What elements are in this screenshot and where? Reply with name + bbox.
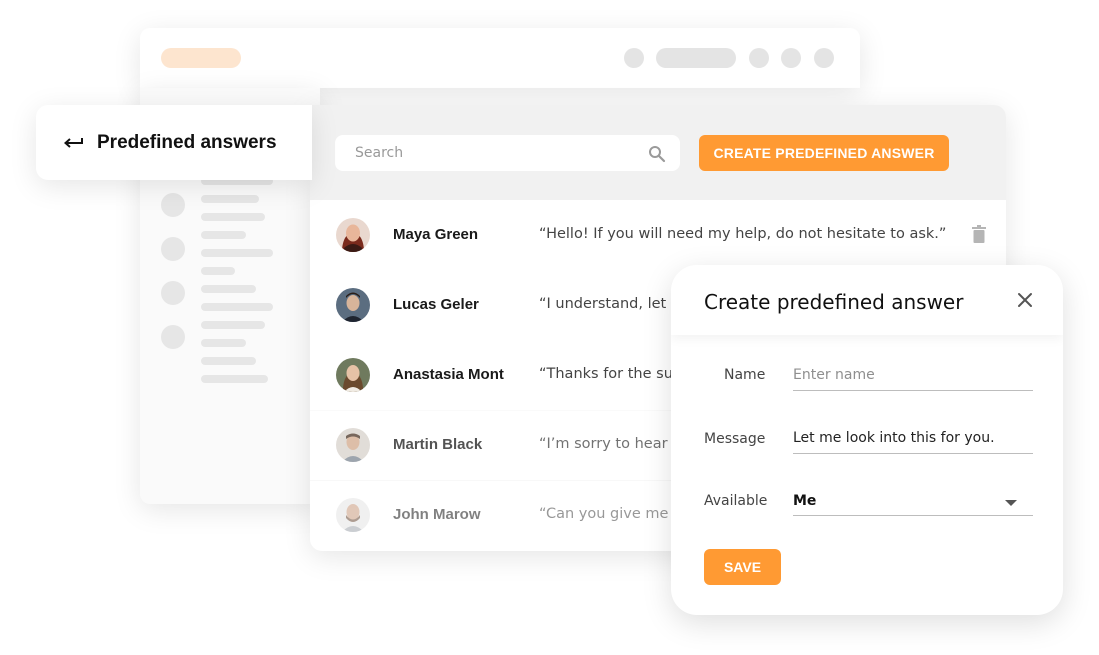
search-input[interactable] bbox=[335, 135, 655, 171]
avatar bbox=[336, 358, 370, 392]
browser-window-background bbox=[140, 28, 860, 88]
skeleton-avatar bbox=[161, 237, 185, 261]
toolbar-dot bbox=[814, 48, 834, 68]
answer-message: “I’m sorry to hear yo bbox=[539, 436, 690, 452]
save-button[interactable]: SAVE bbox=[704, 549, 781, 585]
skeleton-line bbox=[201, 249, 273, 257]
dialog-header: Create predefined answer bbox=[671, 265, 1063, 335]
available-label: Available bbox=[704, 493, 768, 509]
toolbar-pill bbox=[656, 48, 736, 68]
skeleton-line bbox=[201, 357, 256, 365]
answer-message: “Thanks for the sugg bbox=[539, 366, 692, 382]
skeleton-avatar bbox=[161, 281, 185, 305]
page-title: Predefined answers bbox=[97, 132, 277, 153]
answer-author: Lucas Geler bbox=[393, 296, 479, 313]
skeleton-line bbox=[201, 321, 265, 329]
avatar bbox=[336, 498, 370, 532]
search-icon[interactable] bbox=[648, 145, 666, 163]
skeleton-line bbox=[201, 195, 259, 203]
create-answer-dialog: Create predefined answer Name Message Av… bbox=[671, 265, 1063, 615]
close-icon[interactable] bbox=[1017, 292, 1033, 308]
page-header: Predefined answers bbox=[36, 105, 312, 180]
skeleton-line bbox=[201, 213, 265, 221]
skeleton-avatar bbox=[161, 325, 185, 349]
answer-author: Maya Green bbox=[393, 226, 479, 243]
available-select[interactable]: Me bbox=[793, 487, 1033, 516]
search-box bbox=[335, 135, 680, 171]
skeleton-line bbox=[201, 231, 246, 239]
skeleton-line bbox=[201, 339, 246, 347]
available-selected-value: Me bbox=[793, 493, 817, 509]
skeleton-line bbox=[201, 267, 235, 275]
answer-row[interactable]: Maya Green “Hello! If you will need my h… bbox=[310, 200, 1006, 271]
skeleton-avatar bbox=[161, 193, 185, 217]
brand-placeholder bbox=[161, 48, 241, 68]
answer-message: “Hello! If you will need my help, do not… bbox=[539, 226, 947, 242]
avatar bbox=[336, 288, 370, 322]
back-arrow-icon[interactable] bbox=[63, 134, 83, 150]
dialog-title: Create predefined answer bbox=[704, 290, 964, 314]
toolbar-dot bbox=[749, 48, 769, 68]
toolbar-dot bbox=[624, 48, 644, 68]
message-label: Message bbox=[704, 431, 766, 447]
name-input[interactable] bbox=[793, 360, 1033, 391]
skeleton-line bbox=[201, 285, 256, 293]
create-predefined-answer-button[interactable]: CREATE PREDEFINED ANSWER bbox=[699, 135, 949, 171]
toolbar-dot bbox=[781, 48, 801, 68]
avatar bbox=[336, 428, 370, 462]
trash-icon[interactable] bbox=[971, 225, 987, 243]
skeleton-line bbox=[201, 375, 268, 383]
skeleton-line bbox=[201, 303, 273, 311]
chevron-down-icon[interactable] bbox=[1005, 500, 1017, 506]
answer-author: Anastasia Mont bbox=[393, 366, 504, 383]
toolbar: CREATE PREDEFINED ANSWER bbox=[310, 105, 1006, 200]
avatar bbox=[336, 218, 370, 252]
answer-author: Martin Black bbox=[393, 436, 483, 453]
answer-author: John Marow bbox=[393, 506, 481, 523]
name-label: Name bbox=[724, 367, 766, 383]
message-input[interactable] bbox=[793, 423, 1033, 454]
answer-message: “Can you give me yo bbox=[539, 506, 691, 522]
